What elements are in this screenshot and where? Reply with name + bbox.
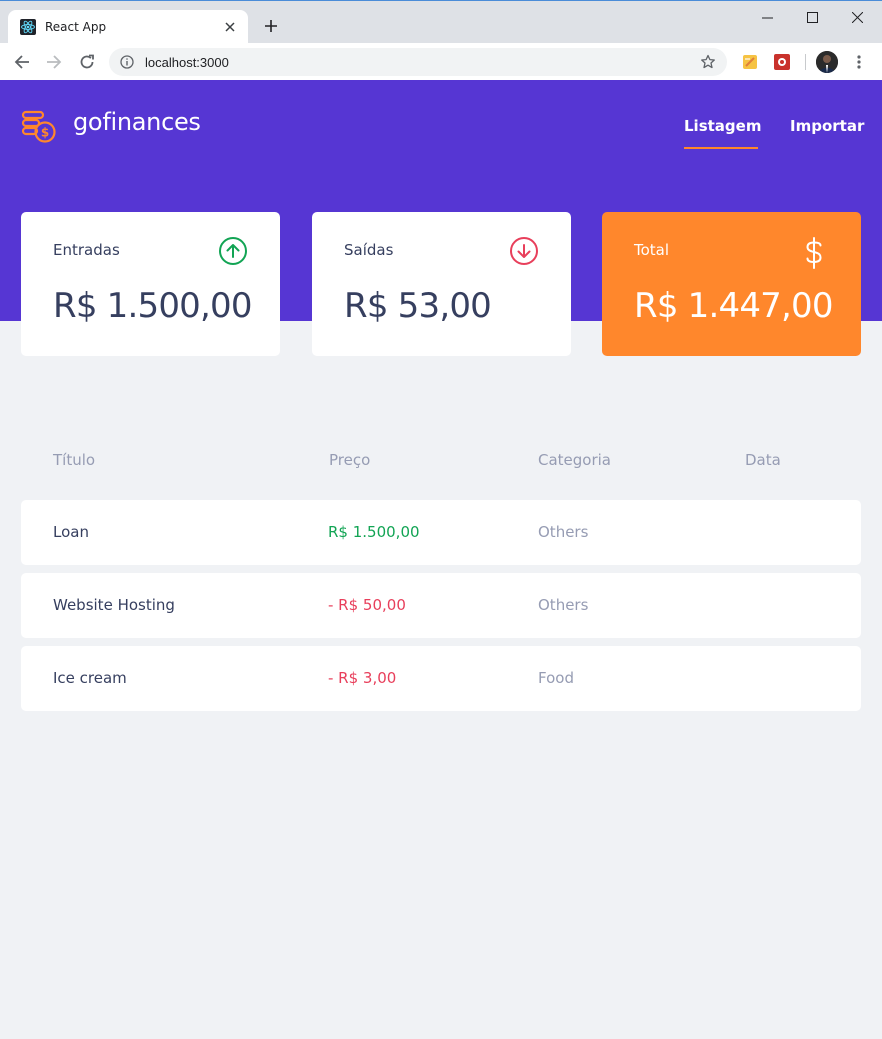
nav-importar[interactable]: Importar <box>790 117 864 135</box>
forward-arrow-icon[interactable] <box>44 52 64 72</box>
row-category: Others <box>538 523 589 541</box>
table-row: Ice cream - R$ 3,00 Food <box>21 646 861 711</box>
row-title: Loan <box>53 523 89 541</box>
nav-active-indicator <box>684 147 758 149</box>
tab-title: React App <box>45 19 107 34</box>
income-card-title: Entradas <box>53 241 120 259</box>
coins-logo-icon: $ <box>20 108 58 144</box>
column-header-category: Categoria <box>538 451 612 469</box>
browser-chrome: React App localhost:3000 <box>0 0 882 81</box>
total-card: Total R$ 1.447,00 <box>602 212 861 356</box>
row-category: Others <box>538 596 589 614</box>
maximize-icon[interactable] <box>801 7 823 27</box>
income-card: Entradas R$ 1.500,00 <box>21 212 280 356</box>
minimize-icon[interactable] <box>756 7 778 27</box>
arrow-up-circle-icon <box>218 236 248 266</box>
brand-name: gofinances <box>73 108 201 136</box>
browser-tab[interactable]: React App <box>8 10 248 43</box>
column-header-title: Título <box>53 451 96 469</box>
address-bar[interactable]: localhost:3000 <box>109 48 727 76</box>
info-icon[interactable] <box>119 54 135 70</box>
row-price: R$ 1.500,00 <box>328 523 420 541</box>
back-arrow-icon[interactable] <box>12 52 32 72</box>
column-header-date: Data <box>745 451 781 469</box>
browser-menu-icon[interactable] <box>851 52 867 72</box>
close-window-icon[interactable] <box>846 7 868 27</box>
url-text: localhost:3000 <box>145 54 229 70</box>
income-card-value: R$ 1.500,00 <box>53 286 252 326</box>
table-row: Loan R$ 1.500,00 Others <box>21 500 861 565</box>
extension-red-icon[interactable] <box>772 52 792 72</box>
row-title: Website Hosting <box>53 596 175 614</box>
bookmark-star-icon[interactable] <box>699 53 717 71</box>
row-price: - R$ 50,00 <box>328 596 406 614</box>
tab-close-icon[interactable] <box>222 19 238 35</box>
total-card-value: R$ 1.447,00 <box>634 286 833 326</box>
new-tab-icon[interactable] <box>261 16 281 36</box>
profile-avatar[interactable] <box>816 51 838 73</box>
toolbar-separator <box>805 54 806 70</box>
row-category: Food <box>538 669 574 687</box>
reload-icon[interactable] <box>77 52 97 72</box>
extension-notes-icon[interactable] <box>740 52 760 72</box>
outcome-card: Saídas R$ 53,00 <box>312 212 571 356</box>
total-card-title: Total <box>634 241 670 259</box>
react-favicon-icon <box>20 18 36 35</box>
dollar-sign-icon <box>799 236 829 269</box>
row-title: Ice cream <box>53 669 127 687</box>
table-row: Website Hosting - R$ 50,00 Others <box>21 573 861 638</box>
browser-toolbar: localhost:3000 <box>0 43 882 81</box>
arrow-down-circle-icon <box>509 236 539 266</box>
svg-text:$: $ <box>41 126 49 140</box>
outcome-card-value: R$ 53,00 <box>344 286 492 326</box>
nav-listagem[interactable]: Listagem <box>684 117 761 135</box>
column-header-price: Preço <box>329 451 371 469</box>
row-price: - R$ 3,00 <box>328 669 397 687</box>
outcome-card-title: Saídas <box>344 241 394 259</box>
